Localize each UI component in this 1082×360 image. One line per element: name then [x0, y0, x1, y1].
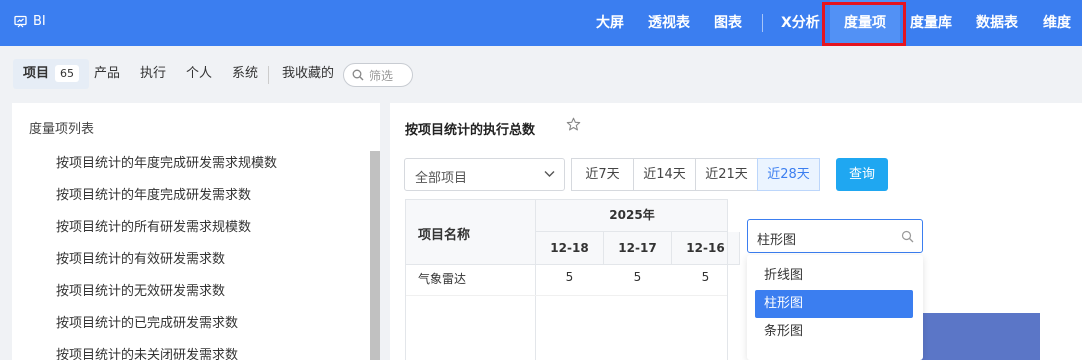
tab-project-label: 项目	[23, 66, 50, 81]
app-logo[interactable]: BI	[14, 14, 46, 29]
list-item[interactable]: 按项目统计的所有研发需求规模数	[56, 216, 251, 235]
column-header-date: 12-17	[604, 232, 672, 265]
dashboard-icon	[14, 15, 27, 28]
search-icon	[901, 230, 914, 243]
nav-item-pivot-table[interactable]: 透视表	[648, 0, 690, 46]
chart-type-dropdown: 折线图 柱形图 条形图	[747, 255, 923, 360]
nav-item-dashboard[interactable]: 大屏	[596, 0, 624, 46]
nav-item-charts[interactable]: 图表	[714, 0, 742, 46]
project-scope-value: 全部项目	[415, 171, 468, 186]
range-7-days-button[interactable]: 近7天	[571, 158, 634, 191]
list-scrollbar-thumb[interactable]	[370, 151, 380, 360]
nav-item-data-tables[interactable]: 数据表	[976, 0, 1018, 46]
chart-type-value: 柱形图	[757, 233, 797, 248]
metric-detail-panel: 按项目统计的执行总数 全部项目 近7天 近14天 近21天 近28天 查询 项目…	[390, 103, 1082, 360]
table-cell-value: 5	[565, 270, 574, 284]
column-header-date: 12-16	[672, 232, 740, 265]
metric-list-panel: 度量项列表 按项目统计的年度完成研发需求规模数 按项目统计的年度完成研发需求数 …	[12, 103, 380, 360]
tab-execution[interactable]: 执行	[140, 59, 166, 89]
chart-area-divider	[727, 199, 728, 360]
nav-item-x-analysis[interactable]: X分析	[781, 0, 820, 46]
chart-bar	[912, 313, 1040, 360]
range-28-days-button[interactable]: 近28天	[757, 158, 820, 191]
metric-data-table: 项目名称 2025年 12-18 12-17 12-16 气象雷达 5 5 5	[405, 199, 740, 360]
nav-divider	[762, 14, 763, 32]
table-cell-project-name: 气象雷达	[418, 272, 467, 286]
favorite-star-icon[interactable]	[566, 117, 581, 132]
top-navbar: BI 大屏 透视表 图表 X分析 度量项 度量库 数据表 维度	[0, 0, 1082, 46]
tab-system[interactable]: 系统	[232, 59, 258, 89]
list-item[interactable]: 按项目统计的年度完成研发需求规模数	[56, 152, 277, 171]
filter-label: 筛选	[369, 68, 394, 83]
chart-type-select[interactable]: 柱形图	[747, 219, 923, 253]
list-item[interactable]: 按项目统计的已完成研发需求数	[56, 312, 238, 331]
table-cell-value: 5	[633, 270, 642, 284]
chart-type-option-line[interactable]: 折线图	[755, 262, 913, 290]
column-header-date: 12-18	[536, 232, 604, 265]
project-scope-select[interactable]: 全部项目	[404, 158, 565, 191]
query-button[interactable]: 查询	[836, 158, 888, 191]
app-name: BI	[33, 14, 46, 29]
nav-item-dimensions[interactable]: 维度	[1043, 0, 1071, 46]
tab-personal[interactable]: 个人	[186, 59, 212, 89]
nav-item-metric-library[interactable]: 度量库	[910, 0, 952, 46]
tab-project[interactable]: 项目 65	[13, 59, 90, 89]
list-item[interactable]: 按项目统计的无效研发需求数	[56, 280, 225, 299]
filter-button[interactable]: 筛选	[343, 63, 413, 87]
tab-divider	[268, 66, 269, 84]
range-21-days-button[interactable]: 近21天	[695, 158, 758, 191]
table-cell-value: 5	[701, 270, 710, 284]
list-item[interactable]: 按项目统计的年度完成研发需求数	[56, 184, 251, 203]
list-item[interactable]: 按项目统计的未关闭研发需求数	[56, 344, 238, 360]
time-range-group: 近7天 近14天 近21天 近28天	[571, 158, 820, 191]
chart-type-option-column[interactable]: 柱形图	[755, 290, 913, 318]
range-14-days-button[interactable]: 近14天	[633, 158, 696, 191]
column-header-year: 2025年	[536, 200, 728, 232]
annotation-highlight-box	[822, 2, 906, 46]
list-item[interactable]: 按项目统计的有效研发需求数	[56, 248, 225, 267]
search-icon	[352, 69, 364, 81]
tab-product[interactable]: 产品	[94, 59, 120, 89]
chart-type-option-bar[interactable]: 条形图	[755, 318, 913, 346]
column-header-project-name-label: 项目名称	[418, 228, 471, 243]
column-header-project-name: 项目名称	[406, 200, 536, 265]
category-tabs: 项目 65 产品 执行 个人 系统 我收藏的	[0, 46, 1082, 102]
list-scrollbar[interactable]	[370, 151, 380, 360]
metric-title: 按项目统计的执行总数	[405, 123, 536, 138]
table-row-line	[406, 295, 728, 296]
tab-my-favorites[interactable]: 我收藏的	[282, 59, 334, 89]
tab-project-count: 65	[55, 65, 80, 82]
chevron-down-icon	[544, 171, 555, 177]
metric-list-title: 度量项列表	[29, 122, 95, 137]
